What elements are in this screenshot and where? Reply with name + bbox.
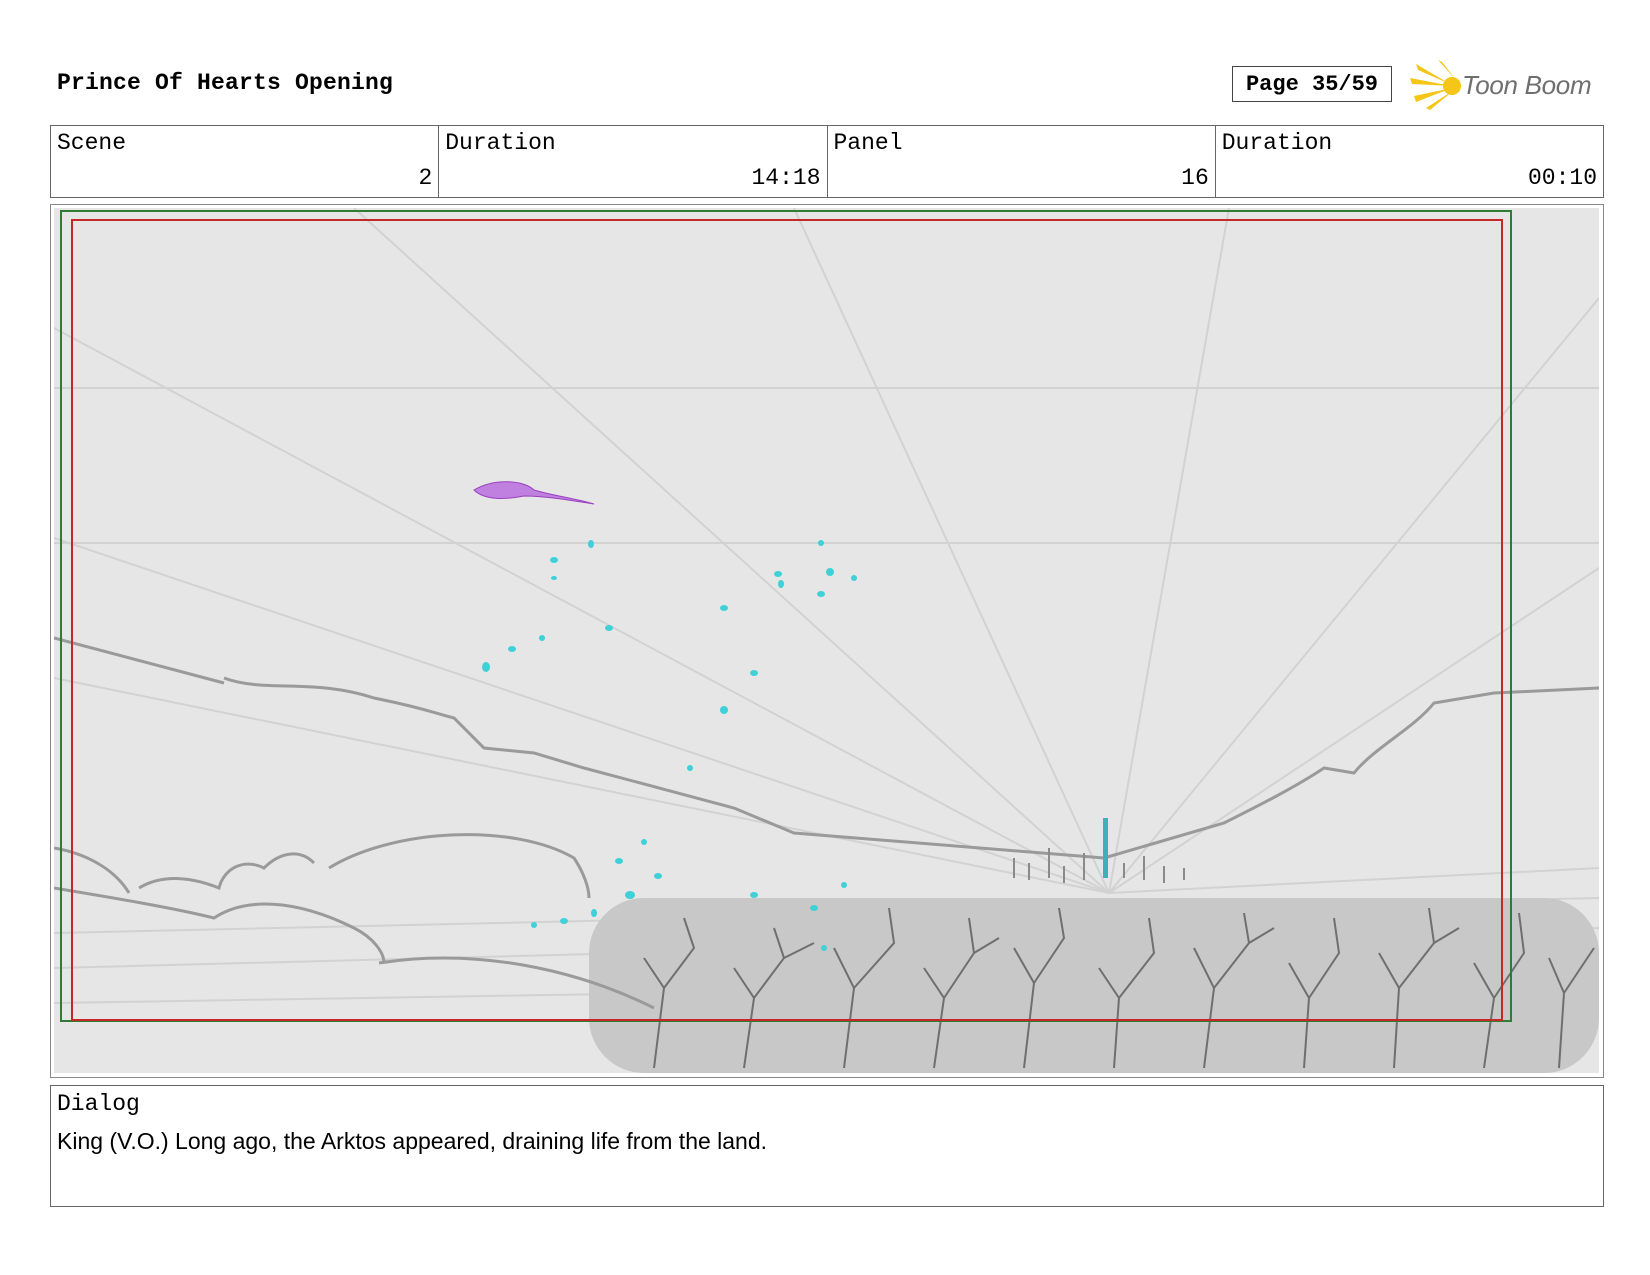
storyboard-title: Prince Of Hearts Opening (57, 70, 394, 96)
logo-text: Toon Boom (1462, 70, 1592, 100)
scene-duration-value: 14:18 (751, 165, 821, 191)
dialog-box: Dialog King (V.O.) Long ago, the Arktos … (50, 1085, 1604, 1207)
scene-duration-label: Duration (445, 130, 556, 156)
scene-info-table: Scene 2 Duration 14:18 Panel 16 Duration… (50, 125, 1604, 198)
panel-duration-label: Duration (1221, 130, 1333, 156)
panel-duration-value: 00:10 (1527, 165, 1597, 191)
scene-value: 2 (418, 165, 433, 191)
panel-cell: Panel 16 (828, 126, 1216, 197)
crystal-tower (1103, 818, 1108, 878)
dialog-label: Dialog (57, 1091, 140, 1117)
dialog-text: King (V.O.) Long ago, the Arktos appeare… (57, 1128, 768, 1154)
scene-duration-cell: Duration 14:18 (439, 126, 828, 197)
panel-label: Panel (833, 130, 903, 156)
storyboard-panel (50, 204, 1604, 1078)
ground-shadow (589, 898, 1599, 1073)
panel-sketch-image (54, 208, 1599, 1073)
panel-value: 16 (1181, 165, 1209, 191)
panel-duration-cell: Duration 00:10 (1216, 126, 1603, 197)
scene-cell: Scene 2 (51, 126, 440, 197)
page-number: Page 35/59 (1232, 66, 1392, 102)
scene-label: Scene (57, 130, 127, 156)
